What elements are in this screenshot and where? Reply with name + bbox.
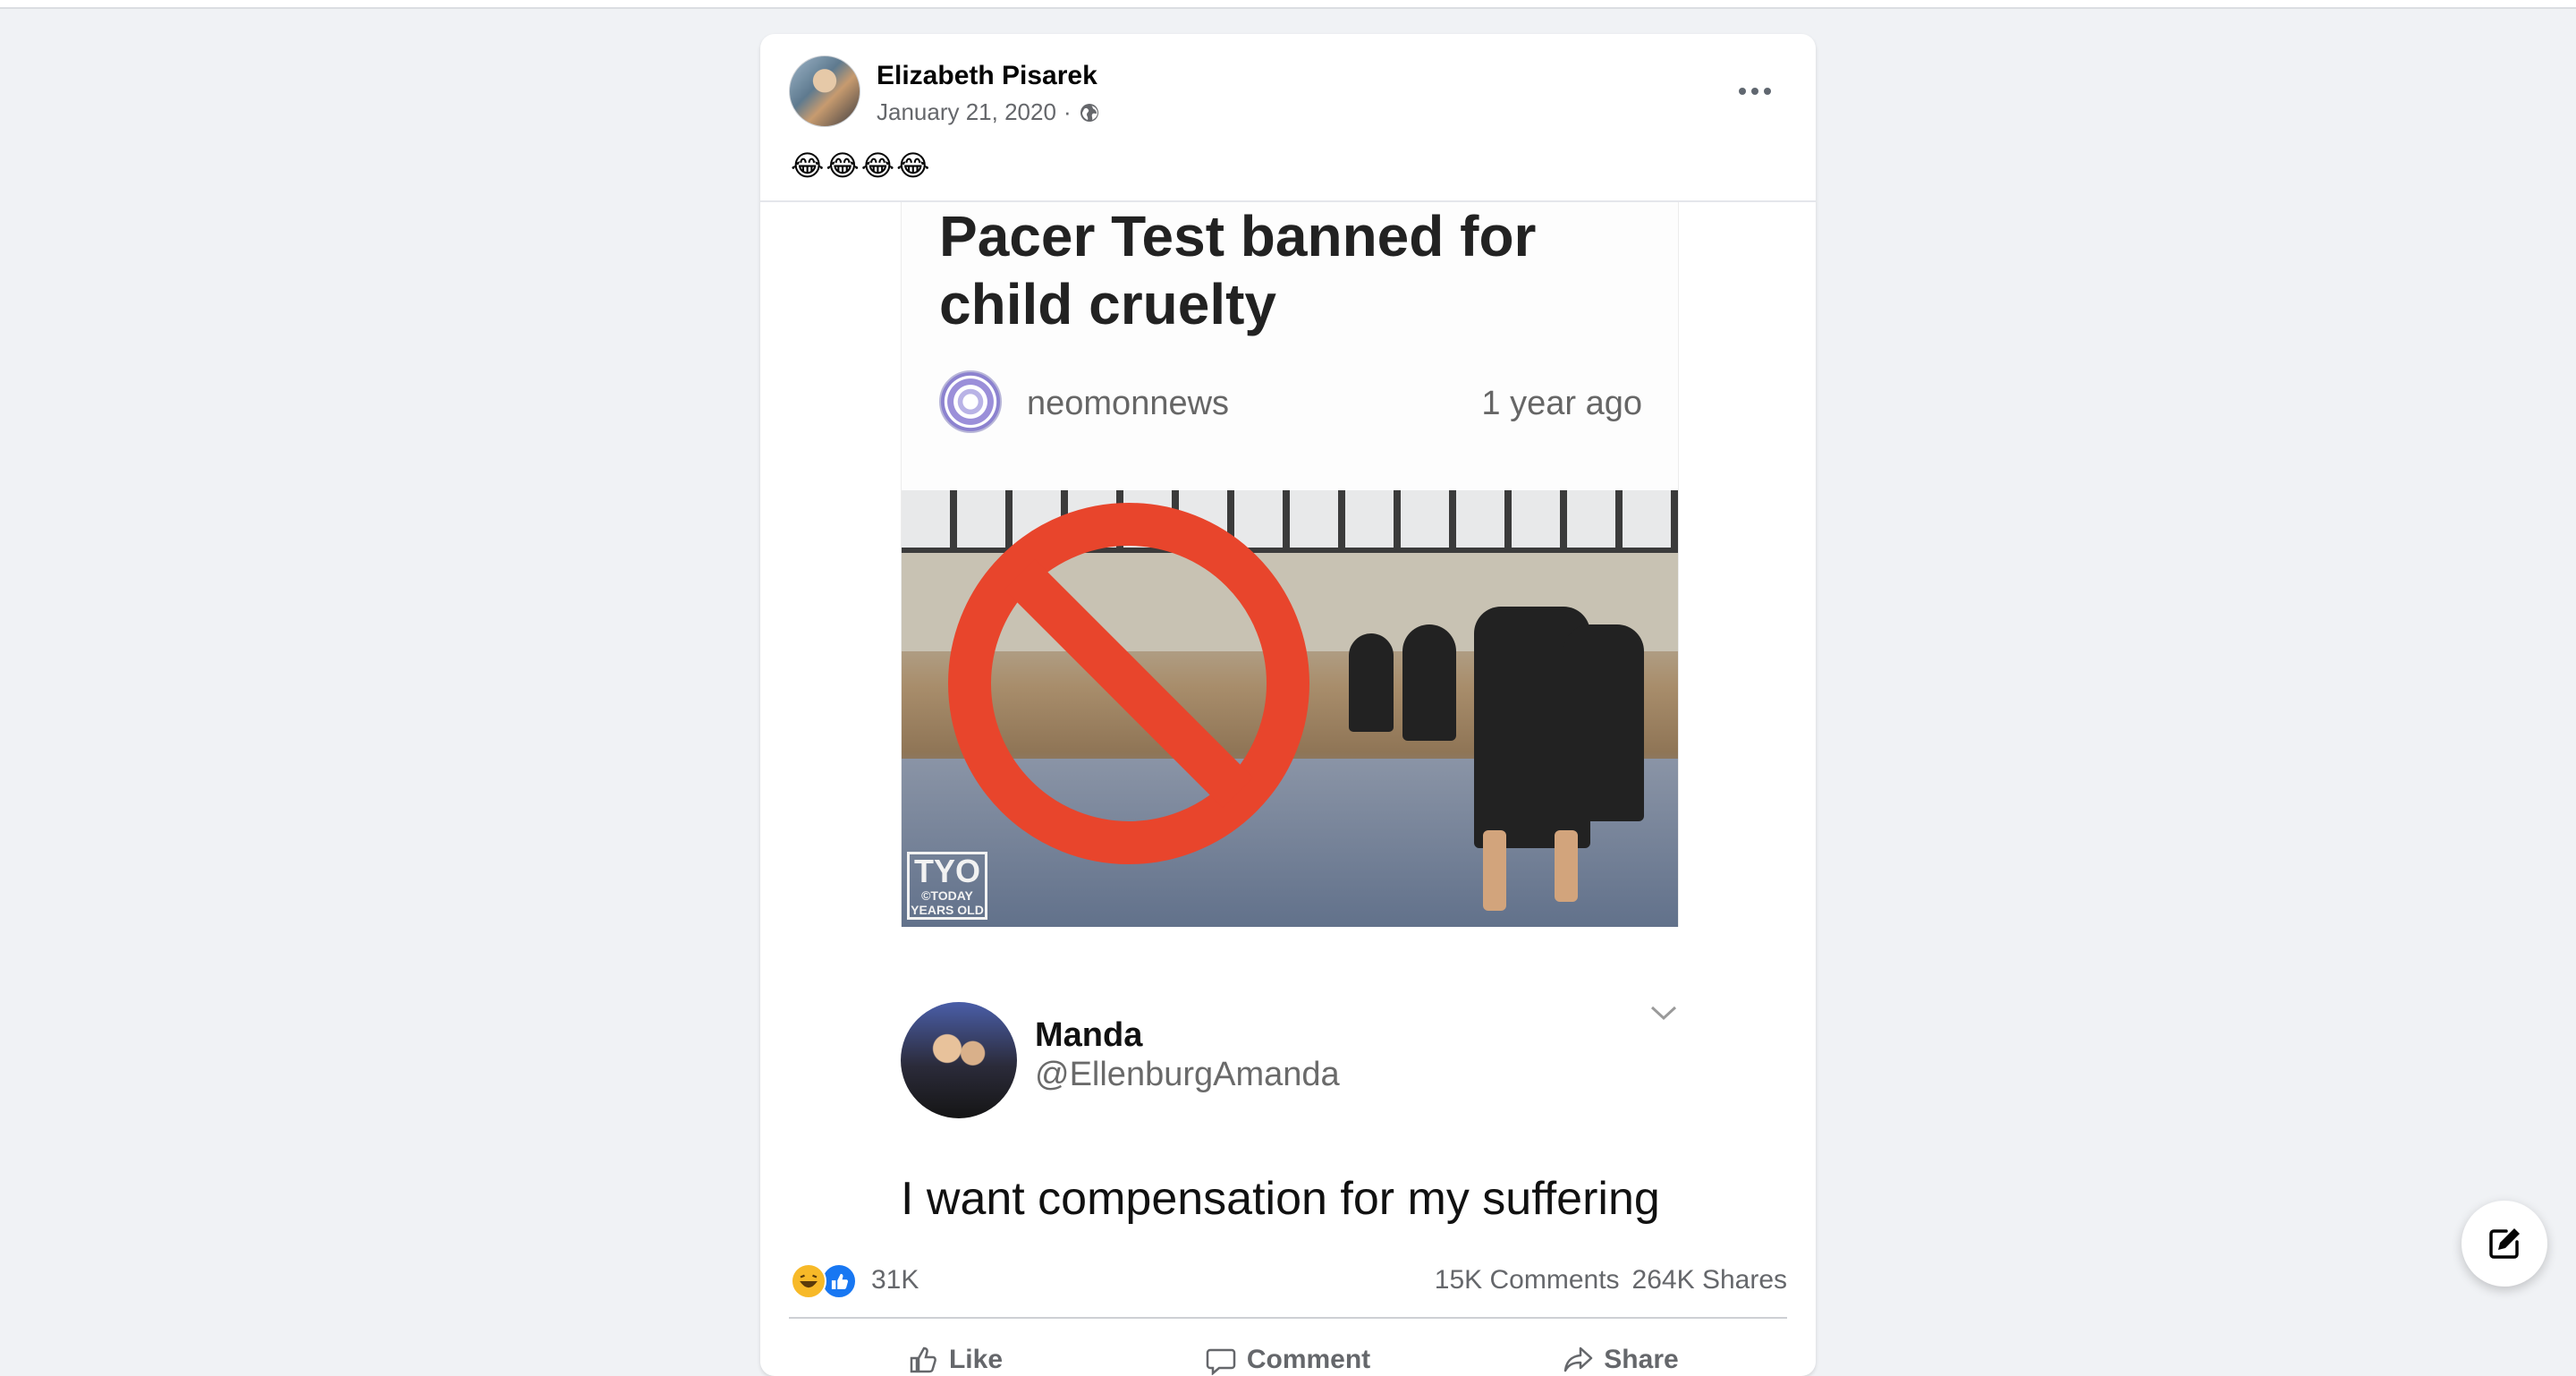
more-dots-icon — [1764, 88, 1771, 95]
runner-figure — [1563, 624, 1644, 821]
more-options-button[interactable] — [1728, 64, 1782, 118]
reaction-count[interactable]: 31K — [871, 1265, 919, 1295]
shares-count[interactable]: 264K Shares — [1632, 1265, 1787, 1295]
runner-figure — [1402, 624, 1456, 741]
compose-icon — [2489, 1228, 2520, 1259]
tweet-text: I want compensation for my suffering — [901, 1173, 1660, 1225]
share-label: Share — [1604, 1345, 1679, 1374]
post-card: Elizabeth Pisarek January 21, 2020 · 😂😂😂… — [760, 34, 1816, 1376]
more-dots-icon — [1751, 88, 1758, 95]
tweet-handle: @EllenburgAmanda — [1035, 1056, 1340, 1093]
post-image[interactable]: Pacer Test banned for child cruelty neom… — [760, 202, 1816, 1240]
share-button[interactable]: Share — [1454, 1319, 1787, 1376]
reaction-icons[interactable] — [791, 1263, 862, 1299]
more-dots-icon — [1739, 88, 1746, 95]
post-date[interactable]: January 21, 2020 — [877, 98, 1056, 126]
gym-photo: TYO ©TODAY YEARS OLD — [902, 490, 1678, 927]
ban-icon — [948, 503, 1309, 864]
reactions-bar: 31K 15K Comments 264K Shares — [760, 1240, 1816, 1322]
like-button[interactable]: Like — [789, 1319, 1122, 1376]
thumbs-up-icon — [910, 1346, 936, 1373]
tweet-header: Manda @EllenburgAmanda — [901, 1002, 1688, 1127]
post-meta: January 21, 2020 · — [877, 98, 1100, 126]
top-navigation-bar — [0, 0, 2576, 9]
comment-button[interactable]: Comment — [1122, 1319, 1454, 1376]
runner-leg — [1483, 830, 1506, 911]
post-stats: 15K Comments 264K Shares — [1435, 1265, 1787, 1295]
comments-count[interactable]: 15K Comments — [1435, 1265, 1620, 1295]
share-icon — [1564, 1346, 1593, 1372]
meta-separator: · — [1063, 98, 1072, 125]
tweet-name: Manda — [1035, 1016, 1143, 1054]
chevron-down-icon — [1650, 1006, 1677, 1021]
new-message-button[interactable] — [2462, 1201, 2547, 1287]
source-time: 1 year ago — [1481, 385, 1642, 422]
comment-label: Comment — [1246, 1345, 1371, 1374]
article-source-row: neomonnews 1 year ago — [939, 370, 1642, 435]
runner-leg — [1555, 830, 1578, 902]
like-label: Like — [948, 1345, 1004, 1374]
meme-article-card: Pacer Test banned for child cruelty neom… — [901, 202, 1679, 927]
author-avatar[interactable] — [789, 55, 860, 127]
source-logo-icon — [939, 370, 1002, 433]
source-name: neomonnews — [1027, 385, 1230, 422]
post-actions: Like Comment Share — [789, 1319, 1787, 1376]
watermark-small: ©TODAY YEARS OLD — [911, 888, 984, 917]
article-headline: Pacer Test banned for child cruelty — [939, 204, 1537, 336]
comment-icon — [1206, 1348, 1236, 1375]
runner-figure — [1349, 633, 1394, 732]
like-icon — [821, 1263, 857, 1299]
globe-icon[interactable] — [1079, 102, 1100, 123]
watermark-logo: TYO ©TODAY YEARS OLD — [907, 852, 987, 920]
post-caption: 😂😂😂😂 — [791, 149, 932, 182]
author-name[interactable]: Elizabeth Pisarek — [877, 61, 1097, 91]
watermark-big: TYO — [913, 853, 980, 889]
post-header: Elizabeth Pisarek January 21, 2020 · — [789, 55, 1782, 127]
tweet-avatar — [901, 1002, 1017, 1118]
haha-icon — [791, 1263, 826, 1299]
